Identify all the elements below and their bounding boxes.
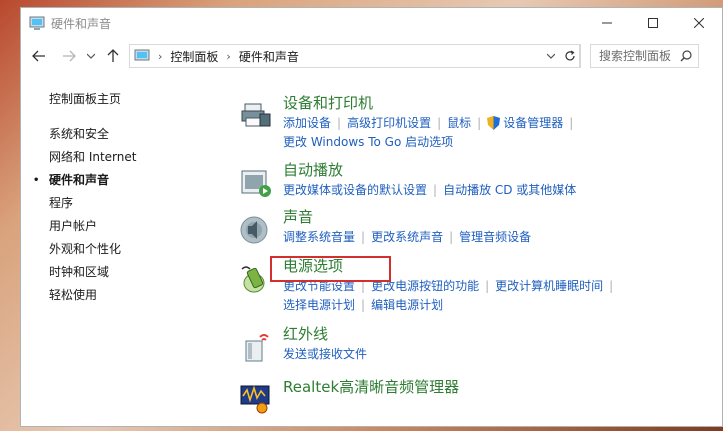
windows-to-go-link[interactable]: 更改 Windows To Go 启动选项 — [283, 135, 453, 149]
computer-sleep-link[interactable]: 更改计算机睡眠时间 — [495, 279, 603, 293]
sidebar-item-system-security[interactable]: 系统和安全 — [49, 123, 229, 146]
devices-printers-title[interactable]: 设备和打印机 — [283, 92, 373, 113]
title-bar: 硬件和声音 — [21, 8, 722, 38]
realtek-manager-title[interactable]: Realtek高清晰音频管理器 — [283, 376, 459, 397]
change-media-defaults-link[interactable]: 更改媒体或设备的默认设置 — [283, 183, 427, 197]
realtek-audio-icon — [240, 385, 270, 414]
search-icon[interactable] — [680, 50, 692, 62]
sidebar-item-label: 硬件和声音 — [49, 173, 110, 187]
sidebar-item-clock-region[interactable]: 时钟和区域 — [49, 261, 229, 284]
active-bullet-icon: • — [33, 175, 40, 186]
search-box[interactable] — [590, 44, 699, 68]
uac-shield-icon — [487, 116, 501, 130]
close-button[interactable] — [676, 8, 722, 38]
printer-icon — [241, 103, 271, 127]
control-panel-home-link[interactable]: 控制面板主页 — [49, 90, 229, 107]
choose-power-plan-link[interactable]: 选择电源计划 — [283, 298, 355, 312]
search-input[interactable] — [599, 49, 679, 63]
battery-icon — [241, 266, 265, 293]
back-button[interactable] — [29, 46, 49, 66]
adjust-volume-link[interactable]: 调整系统音量 — [283, 230, 355, 244]
window-title: 硬件和声音 — [51, 16, 112, 31]
control-panel-window: 硬件和声音 › 控制面板 › 硬件和声音 搜索控制面板 控制面板主页 系统和安全… — [20, 7, 723, 427]
edit-power-plan-link[interactable]: 编辑电源计划 — [371, 298, 443, 312]
change-system-sounds-link[interactable]: 更改系统声音 — [371, 230, 443, 244]
breadcrumb-hardware-sound[interactable]: 硬件和声音 — [239, 48, 299, 65]
address-bar[interactable]: › 控制面板 › 硬件和声音 — [129, 44, 580, 68]
highlight-box — [270, 256, 391, 282]
advanced-printer-settings-link[interactable]: 高级打印机设置 — [347, 116, 431, 130]
autoplay-cd-link[interactable]: 自动播放 CD 或其他媒体 — [443, 183, 576, 197]
sidebar-item-hardware-sound[interactable]: • 硬件和声音 — [33, 169, 229, 192]
maximize-button[interactable] — [630, 8, 676, 38]
sidebar-item-appearance[interactable]: 外观和个性化 — [49, 238, 229, 261]
autoplay-title[interactable]: 自动播放 — [283, 159, 343, 180]
forward-button[interactable] — [59, 46, 79, 66]
sidebar-item-programs[interactable]: 程序 — [49, 192, 229, 215]
send-receive-files-link[interactable]: 发送或接收文件 — [283, 347, 367, 361]
sidebar-item-user-accounts[interactable]: 用户帐户 — [49, 215, 229, 238]
manage-audio-devices-link[interactable]: 管理音频设备 — [459, 230, 531, 244]
up-button[interactable] — [103, 46, 123, 66]
speaker-icon — [240, 216, 268, 244]
infrared-title[interactable]: 红外线 — [283, 323, 328, 344]
autoplay-icon — [241, 170, 271, 197]
left-navigation: 控制面板主页 系统和安全 网络和 Internet • 硬件和声音 程序 用户帐户… — [33, 90, 229, 307]
sidebar-item-network-internet[interactable]: 网络和 Internet — [49, 146, 229, 169]
mouse-link[interactable]: 鼠标 — [447, 116, 471, 130]
add-device-link[interactable]: 添加设备 — [283, 116, 331, 130]
breadcrumb-control-panel[interactable]: 控制面板 — [170, 48, 218, 65]
breadcrumb-separator-icon: › — [226, 49, 231, 63]
control-panel-icon — [134, 48, 150, 64]
infrared-icon — [245, 334, 269, 362]
address-dropdown-chevron-icon[interactable] — [541, 45, 559, 67]
refresh-button[interactable] — [559, 44, 581, 68]
sound-title[interactable]: 声音 — [283, 206, 313, 227]
breadcrumb-separator-icon: › — [158, 49, 163, 63]
minimize-button[interactable] — [584, 8, 630, 38]
navigation-bar: › 控制面板 › 硬件和声音 — [21, 42, 722, 70]
control-panel-icon — [29, 15, 45, 31]
sidebar-item-ease-of-access[interactable]: 轻松使用 — [49, 284, 229, 307]
recent-locations-chevron-icon[interactable] — [81, 46, 101, 66]
device-manager-link[interactable]: 设备管理器 — [503, 116, 563, 130]
